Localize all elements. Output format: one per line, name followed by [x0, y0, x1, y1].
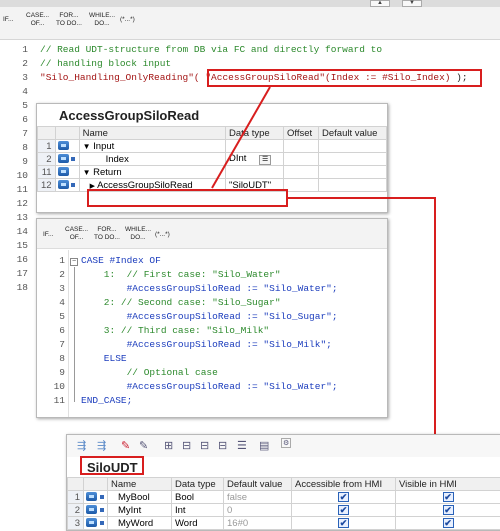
table-row[interactable]: 2 MyInt Int 0 ✔ ✔ — [67, 503, 500, 517]
accessible-checkbox[interactable]: ✔ — [338, 517, 349, 528]
line-number: 9 — [59, 367, 65, 378]
while-button[interactable]: WHILE... DO... — [125, 226, 151, 242]
visible-checkbox[interactable]: ✔ — [442, 491, 454, 502]
cell-accessible-hmi[interactable]: ✔ — [291, 516, 396, 530]
row-number: 1 — [67, 490, 84, 504]
line-number: 11 — [53, 395, 65, 406]
line-number: 8 — [59, 353, 65, 364]
filter-icon[interactable]: ⊟ — [200, 439, 209, 452]
visible-checkbox[interactable]: ✔ — [442, 504, 454, 515]
udt-table: Name Data type Default value Accessible … — [67, 477, 500, 530]
case-line-11[interactable]: END_CASE; — [81, 395, 132, 406]
cell-icon — [83, 503, 108, 517]
table-row[interactable]: 3 MyWord Word 16#0 ✔ ✔ — [67, 516, 500, 530]
udt-toolbar: ⇶ ⇶ ✎ ✎ ⊞ ⊟ ⊟ ⊟ ☰ ▤ ⚙ — [67, 435, 500, 457]
line-number: 6 — [59, 325, 65, 336]
cell-data-type[interactable]: Word — [171, 516, 224, 530]
case-line-6[interactable]: 3: // Third case: "Silo_Milk" — [81, 325, 269, 336]
case-line-7[interactable]: #AccessGroupSiloRead := "Silo_Milk"; — [81, 339, 332, 350]
cell-name[interactable]: MyWord — [107, 516, 172, 530]
visible-checkbox[interactable]: ✔ — [442, 517, 454, 528]
cell-data-type[interactable]: Int — [171, 503, 224, 517]
collapse-icon[interactable]: − — [70, 258, 78, 266]
cell-visible-hmi[interactable]: ✔ — [395, 490, 500, 504]
line-number: 2 — [59, 269, 65, 280]
bullet-icon — [99, 494, 104, 499]
header-rownum — [67, 477, 84, 491]
for-button[interactable]: FOR... TO DO... — [94, 226, 120, 242]
table-row[interactable]: 1 MyBool Bool false ✔ ✔ — [67, 490, 500, 504]
monitor-icon[interactable]: ▤ — [259, 439, 269, 452]
line-number: 10 — [53, 381, 65, 392]
add-row-icon[interactable]: ⇶ — [97, 439, 106, 452]
accessible-checkbox[interactable]: ✔ — [338, 504, 349, 515]
cell-visible-hmi[interactable]: ✔ — [395, 503, 500, 517]
member-icon — [86, 505, 97, 515]
member-icon — [86, 518, 97, 528]
case-line-8[interactable]: ELSE — [81, 353, 127, 364]
case-button[interactable]: CASE... OF... — [65, 226, 88, 242]
header-name[interactable]: Name — [107, 477, 172, 491]
bullet-icon — [99, 520, 104, 525]
line-number: 3 — [59, 283, 65, 294]
cell-visible-hmi[interactable]: ✔ — [395, 516, 500, 530]
case-line-5[interactable]: #AccessGroupSiloRead := "Silo_Sugar"; — [81, 311, 338, 322]
member-icon — [86, 492, 97, 502]
header-default-value[interactable]: Default value — [223, 477, 292, 491]
cell-default-value[interactable]: false — [223, 490, 292, 504]
expand-all-icon[interactable]: ⊞ — [164, 439, 173, 452]
cell-name[interactable]: MyInt — [107, 503, 172, 517]
line-number: 1 — [59, 255, 65, 266]
row-number: 2 — [67, 503, 84, 517]
header-data-type[interactable]: Data type — [171, 477, 224, 491]
table-header-row: Name Data type Default value Accessible … — [67, 477, 500, 491]
case-toolbar: IF... CASE... OF... FOR... TO DO... WHILE.… — [37, 219, 387, 249]
settings-icon[interactable]: ⚙ — [281, 438, 292, 448]
case-code-panel: IF... CASE... OF... FOR... TO DO... WHILE.… — [36, 218, 388, 418]
cell-data-type[interactable]: Bool — [171, 490, 224, 504]
header-visible-hmi[interactable]: Visible in HMI — [395, 477, 500, 491]
cell-default-value[interactable]: 0 — [223, 503, 292, 517]
case-line-4[interactable]: 2: // Second case: "Silo_Sugar" — [81, 297, 281, 308]
row-number: 3 — [67, 516, 84, 530]
accessible-checkbox[interactable]: ✔ — [338, 491, 349, 502]
cell-default-value[interactable]: 16#0 — [223, 516, 292, 530]
comment-button[interactable]: (*...*) — [155, 231, 170, 239]
header-accessible-hmi[interactable]: Accessible from HMI — [291, 477, 396, 491]
cell-accessible-hmi[interactable]: ✔ — [291, 503, 396, 517]
case-line-3[interactable]: #AccessGroupSiloRead := "Silo_Water"; — [81, 283, 338, 294]
case-line-1[interactable]: CASE #Index OF — [81, 255, 161, 266]
delete-icon[interactable]: ✎ — [121, 439, 130, 452]
line-number: 7 — [59, 339, 65, 350]
insert-row-icon[interactable]: ⇶ — [77, 439, 86, 452]
case-line-10[interactable]: #AccessGroupSiloRead := "Silo_Water"; — [81, 381, 338, 392]
line-number: 5 — [59, 311, 65, 322]
if-button[interactable]: IF... — [43, 231, 53, 239]
cell-name[interactable]: MyBool — [107, 490, 172, 504]
header-icon — [83, 477, 108, 491]
line-number: 4 — [59, 297, 65, 308]
bullet-icon — [99, 507, 104, 512]
case-line-9[interactable]: // Optional case — [81, 367, 218, 378]
list-icon[interactable]: ☰ — [237, 439, 247, 452]
sort-icon[interactable]: ⊟ — [218, 439, 227, 452]
cell-icon — [83, 516, 108, 530]
edit-icon[interactable]: ✎ — [139, 439, 148, 452]
fc-to-return-line — [211, 86, 271, 189]
collapse-all-icon[interactable]: ⊟ — [182, 439, 191, 452]
udt-panel: ⇶ ⇶ ✎ ✎ ⊞ ⊟ ⊟ ⊟ ☰ ▤ ⚙ SiloUDT Name Data … — [66, 434, 500, 531]
fold-line — [74, 267, 75, 402]
cell-icon — [83, 490, 108, 504]
case-line-2[interactable]: 1: // First case: "Silo_Water" — [81, 269, 281, 280]
cell-accessible-hmi[interactable]: ✔ — [291, 490, 396, 504]
udt-title-highlight — [80, 456, 144, 475]
